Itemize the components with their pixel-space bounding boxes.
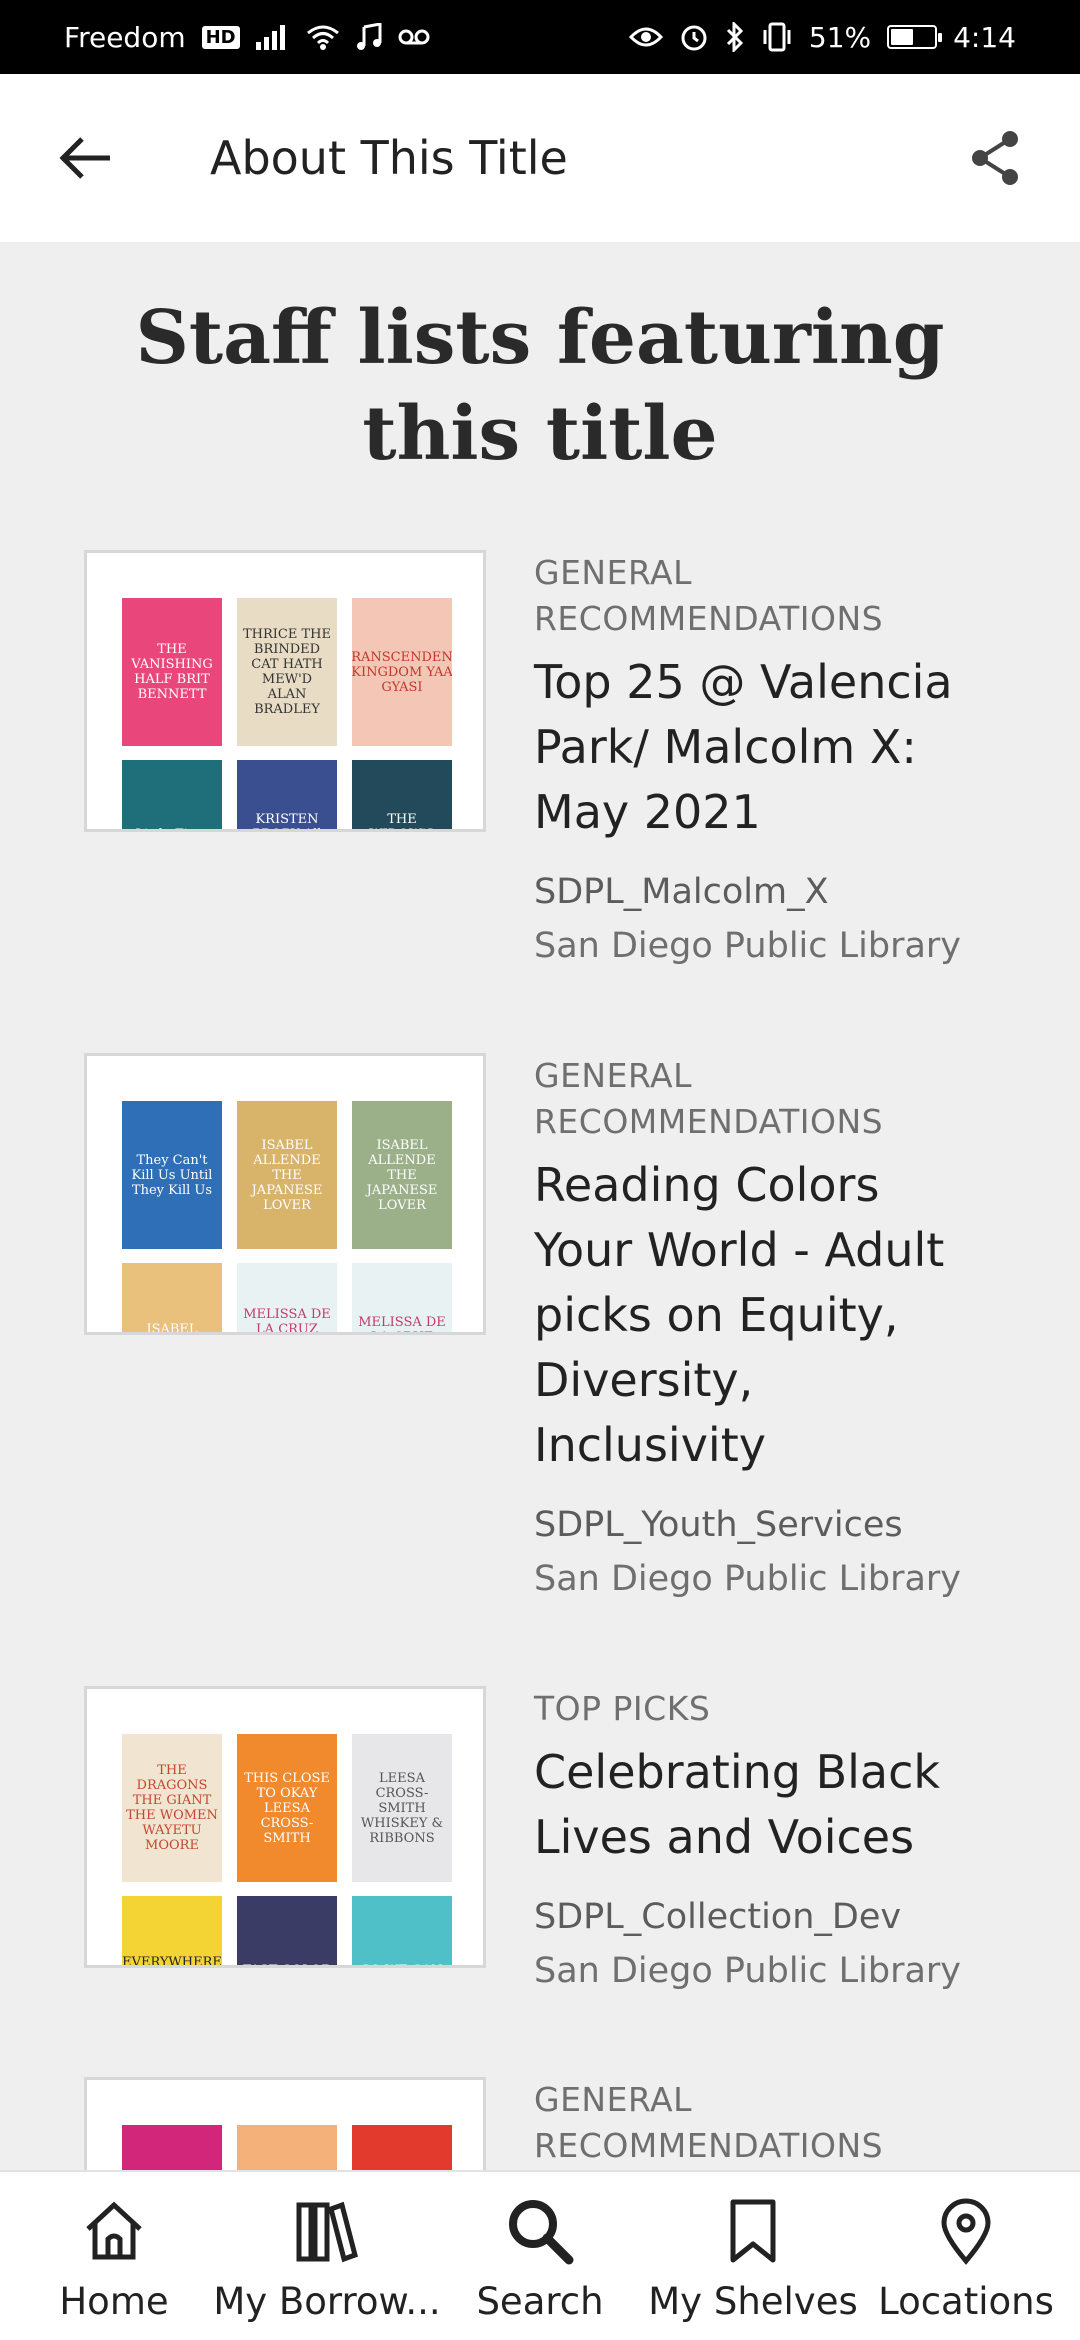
carrier-name: Freedom (64, 20, 186, 54)
page-title: About This Title (210, 131, 568, 185)
nav-my-borrowing[interactable]: My Borrow... (213, 2172, 441, 2340)
location-pin-icon (941, 2198, 991, 2265)
list-thumbnail[interactable]: THE DRAGONS THE GIANT THE WOMEN WAYETU M… (84, 1686, 486, 1968)
nav-my-shelves-label: My Shelves (648, 2280, 858, 2323)
list-category: GENERAL RECOMMENDATIONS (534, 1056, 884, 1141)
book-cover: THE WIDOW'S HOUSE (352, 760, 452, 829)
book-cover: LEESA CROSS-SMITH WHISKEY & RIBBONS (352, 1734, 452, 1882)
battery-icon (887, 25, 943, 49)
music-icon (356, 23, 382, 51)
list-library: San Diego Public Library (534, 1951, 962, 1991)
books-icon (296, 2201, 358, 2263)
book-cover: MELISSA DE LA CRUZ Something in (352, 1263, 452, 1332)
book-cover: THRICE THE BRINDED CAT HATH MEW'D ALAN B… (237, 598, 337, 746)
eye-icon (628, 25, 663, 49)
book-cover: ISABEL ALLENDE THE JAPANESE LOVER (237, 1101, 337, 1249)
book-cover: KRISTEN PROBY All the (237, 760, 337, 829)
section-heading: Staff lists featuring this title (135, 295, 945, 477)
list-library: San Diego Public Library (534, 926, 962, 966)
list-owner: SDPL_Collection_Dev (534, 1897, 902, 1937)
vibrate-icon (761, 22, 793, 52)
list-title[interactable]: Top 25 @ Valencia Park/ Malcolm X: May 2… (534, 650, 974, 845)
book-cover: ISABEL ALLENDE THE JAPANESE LOVER (352, 1101, 452, 1249)
battery-percent: 51% (808, 20, 872, 54)
nav-locations-label: Locations (878, 2280, 1054, 2323)
staff-list-item[interactable]: They Can't Kill Us Until They Kill Us ISA… (84, 1053, 1014, 1606)
status-left: Freedom HD (64, 21, 430, 54)
book-cover: THE DRAGONS THE GIANT THE WOMEN WAYETU M… (122, 1734, 222, 1882)
book-cover: THIS CLOSE TO OKAY LEESA CROSS-SMITH (237, 1734, 337, 1882)
list-owner: SDPL_Malcolm_X (534, 872, 829, 912)
book-cover: Little Fires (122, 760, 222, 829)
alarm-icon (679, 22, 709, 52)
book-cover: THE VANISHING HALF BRIT BENNETT (122, 598, 222, 746)
wifi-icon (306, 23, 340, 51)
list-title[interactable]: Celebrating Black Lives and Voices (534, 1740, 974, 1870)
nav-home[interactable]: Home (8, 2172, 220, 2340)
clock: 4:14 (953, 20, 1016, 54)
list-thumbnail[interactable]: They Can't Kill Us Until They Kill Us ISA… (84, 1053, 486, 1335)
nav-search-label: Search (476, 2280, 604, 2323)
list-details: GENERAL RECOMMENDATIONS Top 25 @ Valencia… (534, 550, 974, 973)
book-covers-grid: THE VANISHING HALF BRIT BENNETT THRICE TH… (122, 598, 452, 829)
book-cover: FAST COLOR (237, 1896, 337, 1965)
nav-search[interactable]: Search (434, 2172, 646, 2340)
bookmark-icon (730, 2199, 776, 2263)
staff-list-item[interactable]: THE DRAGONS THE GIANT THE WOMEN WAYETU M… (84, 1686, 1014, 1998)
book-cover: They Can't Kill Us Until They Kill Us (122, 1101, 222, 1249)
bottom-nav: Home My Borrow... Search My Shelves Loca… (0, 2170, 1080, 2340)
book-cover: SO WE CAN (352, 1896, 452, 1965)
battery-level (891, 29, 913, 45)
voicemail-icon (398, 27, 430, 47)
book-cover: ISABEL ALLENDE (122, 1263, 222, 1332)
list-owner: SDPL_Youth_Services (534, 1505, 903, 1545)
nav-my-borrowing-label: My Borrow... (213, 2280, 441, 2323)
nav-locations[interactable]: Locations (860, 2172, 1072, 2340)
list-details: GENERAL RECOMMENDATIONS Reading Colors Yo… (534, 1053, 974, 1606)
share-button[interactable] (960, 123, 1030, 193)
list-thumbnail[interactable]: THE VANISHING HALF BRIT BENNETT THRICE TH… (84, 550, 486, 832)
signal-icon (255, 24, 290, 50)
list-title[interactable]: Reading Colors Your World - Adult picks … (534, 1153, 974, 1478)
search-icon (509, 2200, 574, 2265)
nav-home-label: Home (59, 2280, 169, 2323)
hd-badge: HD (201, 25, 240, 49)
list-category: TOP PICKS (534, 1689, 711, 1728)
nav-my-shelves[interactable]: My Shelves (647, 2172, 859, 2340)
book-covers-grid: They Can't Kill Us Until They Kill Us ISA… (122, 1101, 452, 1332)
book-cover: MELISSA DE LA CRUZ Something in Between (237, 1263, 337, 1332)
list-category: GENERAL RECOMMENDATIONS (534, 553, 884, 638)
bluetooth-icon (725, 22, 745, 52)
home-icon (86, 2201, 142, 2260)
back-button[interactable] (50, 123, 120, 193)
status-right: 51% 4:14 (628, 20, 1016, 54)
list-details: TOP PICKS Celebrating Black Lives and Voi… (534, 1686, 974, 1998)
list-library: San Diego Public Library (534, 1559, 962, 1599)
app-header: About This Title (0, 74, 1080, 242)
book-cover: EVERYWHERE YOU DON'T (122, 1896, 222, 1965)
list-category: GENERAL RECOMMENDATIONS (534, 2080, 884, 2165)
share-icon (972, 131, 1018, 185)
status-bar: Freedom HD 51% 4:14 (0, 0, 1080, 74)
book-cover: TRANSCENDENT KINGDOM YAA GYASI (352, 598, 452, 746)
staff-list-item[interactable]: THE VANISHING HALF BRIT BENNETT THRICE TH… (84, 550, 1014, 973)
back-arrow-icon (59, 137, 110, 179)
book-covers-grid: THE DRAGONS THE GIANT THE WOMEN WAYETU M… (122, 1734, 452, 1965)
